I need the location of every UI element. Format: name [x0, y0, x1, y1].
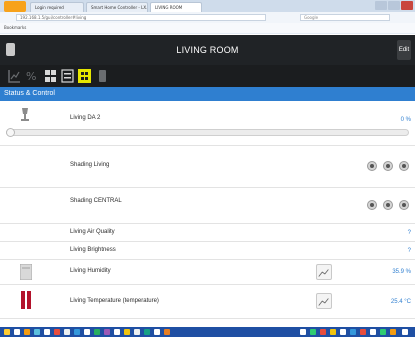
address-row: 192.168.1.5/gui/controller#living Google: [0, 12, 415, 23]
taskbar-app-icon[interactable]: [84, 329, 90, 335]
humidity-value: 35.9 %: [392, 269, 411, 275]
humidity-graph-button[interactable]: [316, 264, 332, 280]
tray-icon[interactable]: [310, 329, 316, 335]
brightness-row: Living Brightness ?: [0, 242, 415, 260]
section-header: Status & Control: [0, 87, 415, 101]
shading-central-stop-button[interactable]: [383, 200, 393, 210]
taskbar-app-icon[interactable]: [154, 329, 160, 335]
browser-menu-button[interactable]: [4, 1, 26, 12]
dimmer-label: Living DA 2: [70, 115, 101, 121]
back-button[interactable]: [6, 43, 15, 56]
svg-text:%: %: [26, 70, 36, 83]
brightness-value: ?: [407, 248, 411, 254]
air-quality-label: Living Air Quality: [70, 229, 115, 235]
shading-central-down-button[interactable]: [399, 200, 409, 210]
minimize-button[interactable]: [375, 1, 387, 10]
taskbar-app-icon[interactable]: [104, 329, 110, 335]
taskbar-app-icon[interactable]: [44, 329, 50, 335]
shading-central-label: Shading CENTRAL: [70, 198, 122, 204]
taskbar-app-icon[interactable]: [124, 329, 130, 335]
percent-icon[interactable]: %: [26, 69, 39, 83]
tray-icon[interactable]: [370, 329, 376, 335]
address-bar[interactable]: 192.168.1.5/gui/controller#living: [16, 14, 266, 21]
os-taskbar: [0, 327, 415, 337]
heater-icon: [21, 291, 31, 309]
dimmer-slider-handle[interactable]: [6, 128, 15, 137]
browser-tab-login[interactable]: Login required: [30, 2, 84, 12]
temperature-value: 25.4 °C: [390, 299, 411, 305]
lamp-icon: [21, 108, 29, 121]
dimmer-row: Living DA 2 0 %: [0, 101, 415, 146]
shading-living-up-button[interactable]: [367, 161, 377, 171]
page-title: LIVING ROOM: [176, 45, 239, 55]
taskbar-app-icon[interactable]: [164, 329, 170, 335]
maximize-button[interactable]: [388, 1, 400, 10]
taskbar-app-icon[interactable]: [134, 329, 140, 335]
tray-icon[interactable]: [350, 329, 356, 335]
air-quality-value: ?: [407, 230, 411, 236]
tray-icon[interactable]: [340, 329, 346, 335]
taskbar-app-icon[interactable]: [14, 329, 20, 335]
dimmer-value: 0 %: [400, 117, 411, 123]
taskbar-app-icon[interactable]: [94, 329, 100, 335]
humidity-row: Living Humidity 35.9 %: [0, 260, 415, 285]
taskbar-app-icon[interactable]: [74, 329, 80, 335]
shading-central-row: Shading CENTRAL: [0, 188, 415, 224]
browser-tab-controller[interactable]: Smart Home Controller - LX...: [86, 2, 148, 12]
grid-selected-icon[interactable]: [78, 69, 91, 83]
humidity-sensor-icon: [20, 264, 32, 280]
shading-living-stop-button[interactable]: [383, 161, 393, 171]
tray-icon[interactable]: [380, 329, 386, 335]
chart-icon[interactable]: [8, 69, 21, 83]
brightness-label: Living Brightness: [70, 247, 116, 253]
tab-strip: Login required Smart Home Controller - L…: [0, 0, 415, 12]
start-button[interactable]: [4, 329, 10, 335]
browser-chrome: Login required Smart Home Controller - L…: [0, 0, 415, 34]
dimmer-slider-track[interactable]: [6, 129, 409, 136]
temperature-graph-button[interactable]: [316, 293, 332, 309]
taskbar-app-icon[interactable]: [114, 329, 120, 335]
shading-living-row: Shading Living: [0, 146, 415, 188]
edit-button[interactable]: Edit: [397, 40, 411, 60]
tray-icon[interactable]: [390, 329, 396, 335]
temperature-label: Living Temperature (temperature): [70, 298, 159, 304]
taskbar-app-icon[interactable]: [144, 329, 150, 335]
shading-living-down-button[interactable]: [399, 161, 409, 171]
close-window-button[interactable]: [401, 1, 413, 10]
phone-icon[interactable]: [96, 69, 109, 83]
tray-icon[interactable]: [330, 329, 336, 335]
bookmark-bar: Bookmarks: [0, 23, 415, 33]
tray-icon[interactable]: [320, 329, 326, 335]
window-controls: [375, 1, 413, 11]
bookmark-label[interactable]: Bookmarks: [4, 25, 26, 30]
browser-search-input[interactable]: Google: [300, 14, 390, 21]
view-toolbar: %: [0, 65, 415, 87]
humidity-label: Living Humidity: [70, 268, 111, 274]
clock-icon[interactable]: [402, 329, 408, 335]
taskbar-app-icon[interactable]: [24, 329, 30, 335]
browser-tab-living-room[interactable]: LIVING ROOM: [150, 2, 202, 12]
shading-central-up-button[interactable]: [367, 200, 377, 210]
air-quality-row: Living Air Quality ?: [0, 224, 415, 242]
app-header: LIVING ROOM Edit: [0, 35, 415, 65]
shading-living-label: Shading Living: [70, 162, 110, 168]
list-icon[interactable]: [61, 69, 74, 83]
grid-icon[interactable]: [44, 69, 57, 83]
taskbar-app-icon[interactable]: [54, 329, 60, 335]
taskbar-app-icon[interactable]: [64, 329, 70, 335]
graph-icon: [318, 298, 329, 306]
temperature-row: Living Temperature (temperature) 25.4 °C: [0, 285, 415, 319]
tray-icon[interactable]: [300, 329, 306, 335]
graph-icon: [318, 269, 329, 277]
tray-icon[interactable]: [360, 329, 366, 335]
taskbar-app-icon[interactable]: [34, 329, 40, 335]
